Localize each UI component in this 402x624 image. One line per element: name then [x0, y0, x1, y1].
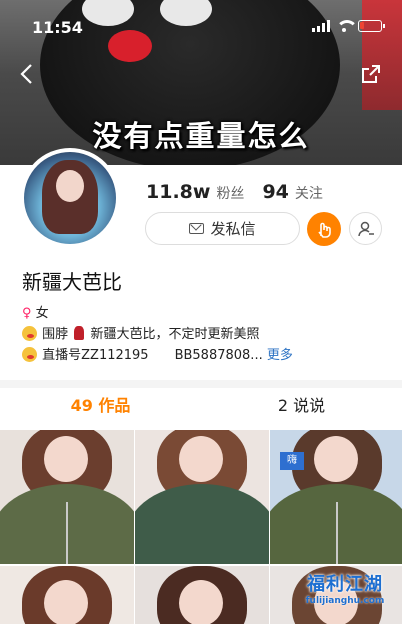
- bio-text: 新疆大芭比，不定时更新美照: [90, 327, 260, 342]
- followers-label[interactable]: 粉丝: [216, 183, 244, 203]
- status-time: 11:54: [32, 18, 83, 37]
- external-share-icon: [362, 65, 380, 83]
- avatar-image: [24, 152, 116, 244]
- divider: [0, 380, 402, 388]
- work-thumbnail[interactable]: [0, 566, 134, 624]
- hand-follow-icon: [318, 222, 331, 238]
- gender-label: 女: [35, 306, 49, 321]
- send-message-label: 发私信: [210, 220, 256, 238]
- add-user-icon: [357, 221, 374, 236]
- female-icon: ♀: [22, 306, 32, 321]
- watermark-title: 福利江湖: [307, 574, 383, 595]
- following-label[interactable]: 关注: [295, 183, 323, 203]
- more-link[interactable]: 更多: [267, 348, 293, 363]
- profile-tabs: 49 作品 2 说说: [0, 388, 402, 426]
- work-thumbnail[interactable]: [0, 430, 134, 564]
- following-count[interactable]: 94: [262, 181, 288, 203]
- battery-icon: [358, 20, 385, 32]
- gender-row: ♀ 女: [22, 303, 293, 324]
- watermark-logo: 福利江湖 fulijianghu.com: [294, 570, 396, 618]
- profile-name: 新疆大芭比: [22, 270, 122, 294]
- follow-button[interactable]: [307, 212, 341, 246]
- work-thumbnail[interactable]: [135, 566, 269, 624]
- thumbnail-badge: 嗨: [280, 452, 304, 470]
- live-id-line: 直播号ZZ112195 BB5887808... 更多: [22, 345, 293, 366]
- bio-line: 围脖 新疆大芭比，不定时更新美照: [22, 324, 293, 345]
- status-bar: 11:54: [30, 16, 385, 38]
- work-thumbnail[interactable]: [135, 430, 269, 564]
- wifi-icon: [336, 20, 358, 32]
- back-button[interactable]: [16, 62, 40, 86]
- bio-text: 围脖: [42, 327, 69, 342]
- dress-emoji-icon: [74, 326, 85, 340]
- live-id-text: 直播号ZZ112195 BB5887808...: [42, 348, 263, 363]
- chevron-left-icon: [20, 64, 32, 84]
- kiss-emoji-icon: [22, 326, 37, 341]
- followers-count[interactable]: 11.8w: [146, 181, 210, 203]
- profile-info: ♀ 女 围脖 新疆大芭比，不定时更新美照 直播号ZZ112195 BB58878…: [22, 303, 293, 366]
- watermark-url: fulijianghu.com: [305, 596, 385, 606]
- avatar[interactable]: [20, 148, 120, 248]
- tab-posts[interactable]: 2 说说: [201, 388, 402, 426]
- send-message-button[interactable]: 发私信: [145, 212, 300, 245]
- envelope-icon: [189, 223, 205, 234]
- tab-works[interactable]: 49 作品: [0, 388, 201, 426]
- signal-icon: [312, 20, 330, 32]
- share-button[interactable]: [360, 63, 382, 85]
- add-user-button[interactable]: [349, 212, 382, 245]
- profile-stats: 11.8w 粉丝 94 关注: [146, 181, 335, 203]
- kiss-emoji-icon: [22, 347, 37, 362]
- work-thumbnail[interactable]: 嗨: [270, 430, 402, 564]
